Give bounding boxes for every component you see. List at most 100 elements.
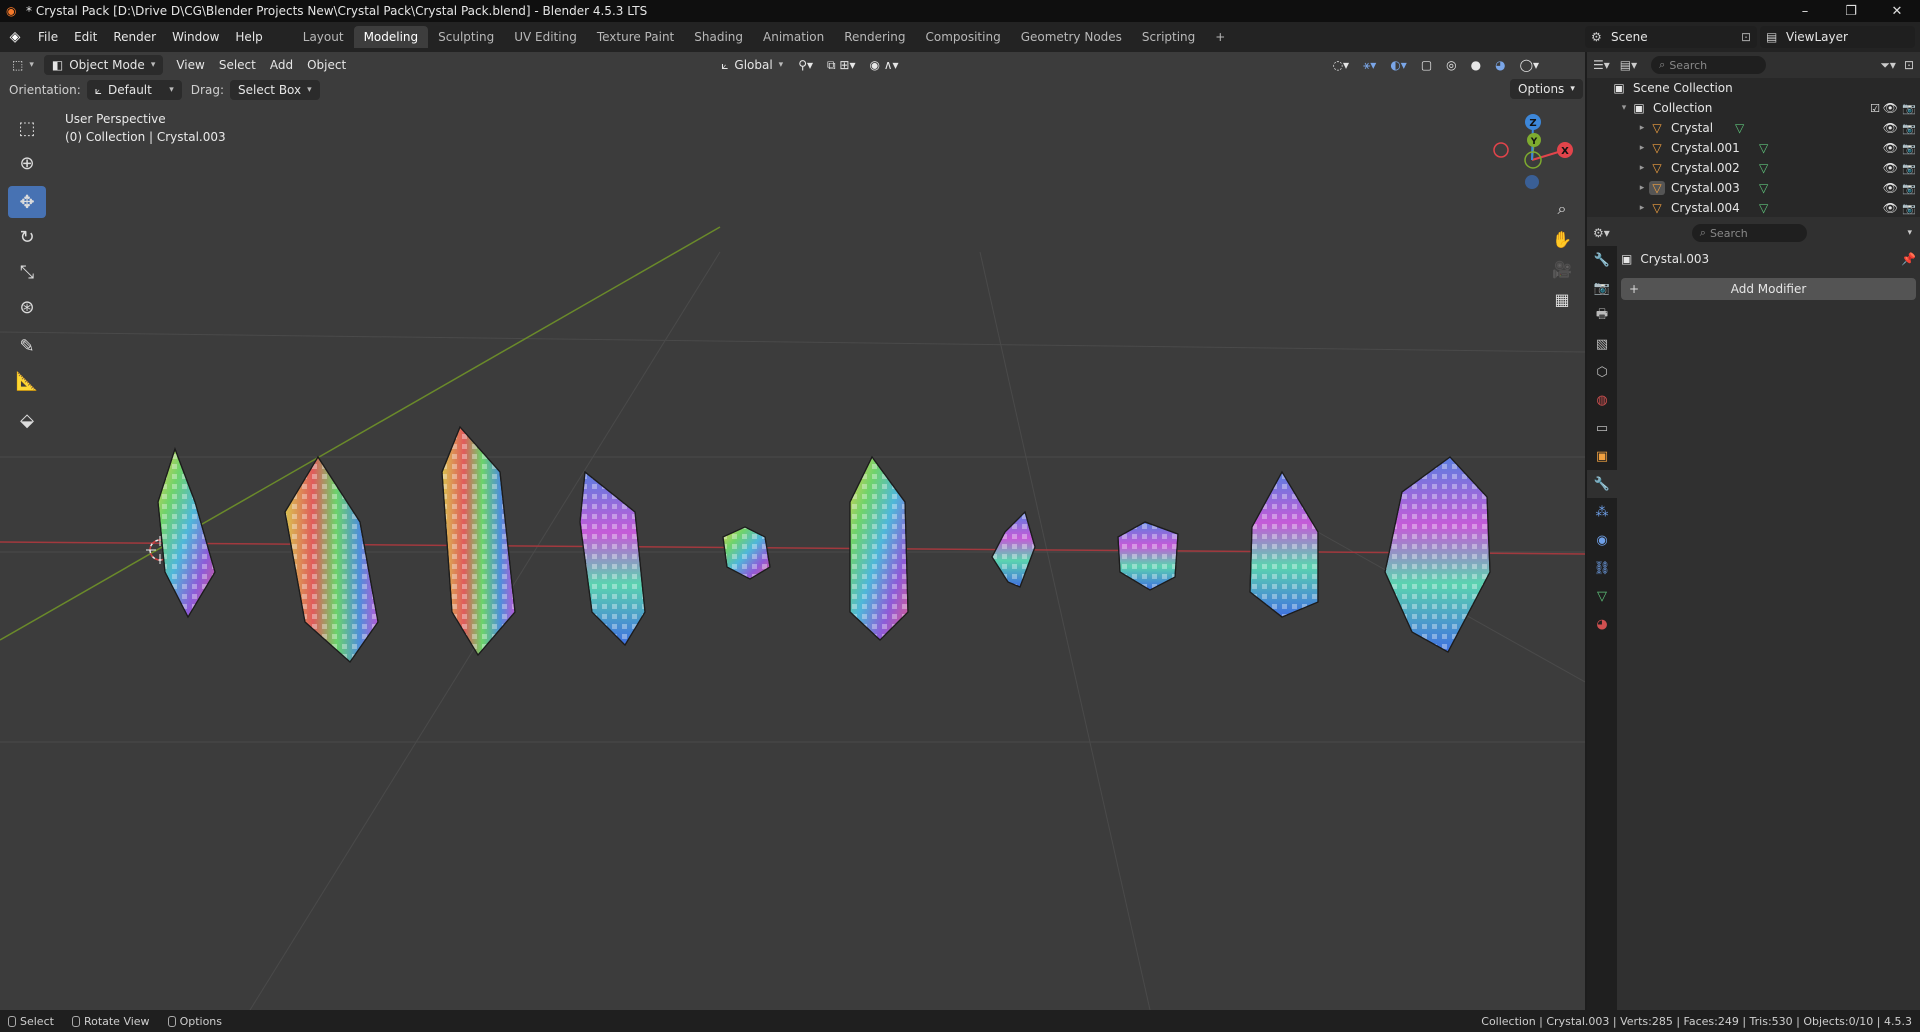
tab-texture-paint[interactable]: Texture Paint — [587, 26, 684, 48]
chevron-right-icon[interactable]: ▸ — [1635, 163, 1649, 173]
pivot-point-icon[interactable]: ⚲▾ — [791, 58, 820, 72]
eye-icon[interactable]: 👁 — [1883, 121, 1898, 135]
blender-logo-icon[interactable]: ◈ — [0, 29, 30, 45]
menu-file[interactable]: File — [30, 30, 66, 44]
outliner-item[interactable]: ▸ ▽ Crystal.004 ▽ 👁 📷 — [1587, 198, 1920, 218]
collection-tab-icon[interactable]: ▭ — [1587, 414, 1617, 442]
zoom-icon[interactable]: ⌕ — [1547, 194, 1577, 224]
orientation-dropdown[interactable]: ⟀ Default ▾ — [86, 80, 182, 100]
eye-icon[interactable]: 👁 — [1883, 161, 1898, 175]
collection-row[interactable]: ▾ ▣ Collection ☑ 👁 📷 — [1587, 98, 1920, 118]
cursor-tool-icon[interactable]: ⊕ — [8, 147, 46, 179]
measure-tool-icon[interactable]: 📐 — [8, 365, 46, 397]
tab-modeling[interactable]: Modeling — [353, 26, 429, 48]
outliner-item[interactable]: ▸ ▽ Crystal ▽ 👁 📷 — [1587, 118, 1920, 138]
camera-icon[interactable]: 📷 — [1902, 102, 1916, 115]
chevron-right-icon[interactable]: ▸ — [1635, 123, 1649, 133]
scene-selector[interactable]: ⚙ Scene ⊡ — [1585, 26, 1757, 48]
eye-icon[interactable]: 👁 — [1883, 201, 1898, 215]
camera-view-icon[interactable]: 🎥 — [1547, 254, 1577, 284]
outliner-item[interactable]: ▸ ▽ Crystal.002 ▽ 👁 📷 — [1587, 158, 1920, 178]
tab-geometry-nodes[interactable]: Geometry Nodes — [1011, 26, 1132, 48]
particles-tab-icon[interactable]: ⁂ — [1587, 498, 1617, 526]
eye-icon[interactable]: 👁 — [1883, 101, 1898, 115]
outliner-item[interactable]: ▸ ▽ Crystal.003 ▽ 👁 📷 — [1587, 178, 1920, 198]
scale-tool-icon[interactable]: ⤡ — [8, 256, 46, 288]
physics-tab-icon[interactable]: ◉ — [1587, 526, 1617, 554]
tab-compositing[interactable]: Compositing — [915, 26, 1010, 48]
tab-rendering[interactable]: Rendering — [834, 26, 915, 48]
gizmo-toggle-icon[interactable]: ⚹▾ — [1356, 58, 1383, 73]
tool-tab-icon[interactable]: 🔧 — [1587, 246, 1617, 274]
filter-icon[interactable]: ⏷▾ — [1880, 58, 1896, 73]
tab-sculpting[interactable]: Sculpting — [428, 26, 504, 48]
annotate-tool-icon[interactable]: ✎ — [8, 330, 46, 362]
visibility-icon[interactable]: ◌▾ — [1326, 58, 1357, 72]
camera-icon[interactable]: 📷 — [1902, 122, 1916, 135]
properties-search-input[interactable]: ⌕ Search — [1691, 224, 1807, 242]
output-tab-icon[interactable]: 🖶 — [1587, 302, 1617, 330]
chevron-right-icon[interactable]: ▸ — [1635, 203, 1649, 213]
transform-tool-icon[interactable]: ⊛ — [8, 291, 46, 323]
3d-viewport[interactable]: X Z Y ⬚ ▾ ◧ Object Mode ▾ View Select Add… — [0, 52, 1585, 1010]
material-shading-icon[interactable]: ◕ — [1488, 58, 1512, 72]
move-tool-icon[interactable]: ✥ — [8, 186, 46, 218]
mesh-data-icon[interactable]: ▽ — [1759, 201, 1768, 215]
menu-edit[interactable]: Edit — [66, 30, 105, 44]
pin-icon[interactable]: ⊡ — [1741, 30, 1751, 44]
editor-type-dropdown[interactable]: ⬚ ▾ — [6, 55, 40, 75]
camera-icon[interactable]: 📷 — [1902, 202, 1916, 215]
material-tab-icon[interactable]: ◕ — [1587, 610, 1617, 638]
scene-tab-icon[interactable]: ⬡ — [1587, 358, 1617, 386]
tab-layout[interactable]: Layout — [293, 26, 354, 48]
proportional-edit-icon[interactable]: ◉ ∧▾ — [862, 58, 905, 72]
options-button[interactable]: Options ▾ — [1510, 79, 1583, 99]
object-tab-icon[interactable]: ▣ — [1587, 442, 1617, 470]
new-collection-icon[interactable]: ⊡ — [1904, 58, 1914, 72]
tab-scripting[interactable]: Scripting — [1132, 26, 1205, 48]
add-modifier-button[interactable]: + Add Modifier — [1621, 278, 1916, 300]
menu-object[interactable]: Object — [300, 58, 353, 72]
modifier-tab-icon[interactable]: 🔧 — [1587, 470, 1617, 498]
chevron-down-icon[interactable]: ▾ — [1617, 103, 1631, 113]
view-layer-selector[interactable]: ▤ ViewLayer — [1760, 26, 1915, 48]
snap-icon[interactable]: ⧉ ⊞▾ — [820, 58, 862, 73]
close-button[interactable]: ✕ — [1874, 0, 1920, 22]
mesh-data-icon[interactable]: ▽ — [1759, 161, 1768, 175]
chevron-right-icon[interactable]: ▸ — [1635, 183, 1649, 193]
chevron-right-icon[interactable]: ▸ — [1635, 143, 1649, 153]
select-box-tool-icon[interactable]: ⬚ — [8, 112, 46, 144]
menu-render[interactable]: Render — [105, 30, 164, 44]
rotate-tool-icon[interactable]: ↻ — [8, 221, 46, 253]
outliner-item[interactable]: ▸ ▽ Crystal.001 ▽ 👁 📷 — [1587, 138, 1920, 158]
drag-dropdown[interactable]: Select Box ▾ — [229, 80, 320, 100]
rendered-shading-icon[interactable]: ◯▾ — [1513, 58, 1546, 72]
constraints-tab-icon[interactable]: ⛓ — [1587, 554, 1617, 582]
perspective-toggle-icon[interactable]: ▦ — [1547, 284, 1577, 314]
maximize-button[interactable]: ❐ — [1828, 0, 1874, 22]
tab-animation[interactable]: Animation — [753, 26, 834, 48]
camera-icon[interactable]: 📷 — [1902, 162, 1916, 175]
pan-hand-icon[interactable]: ✋ — [1547, 224, 1577, 254]
view-layer-tab-icon[interactable]: ▧ — [1587, 330, 1617, 358]
camera-icon[interactable]: 📷 — [1902, 142, 1916, 155]
mesh-data-icon[interactable]: ▽ — [1735, 121, 1744, 135]
tab-shading[interactable]: Shading — [684, 26, 753, 48]
scene-collection-row[interactable]: ▣ Scene Collection — [1587, 78, 1920, 98]
camera-icon[interactable]: 📷 — [1902, 182, 1916, 195]
transform-orientation-dropdown[interactable]: ⟀ Global ▾ — [713, 55, 791, 75]
menu-window[interactable]: Window — [164, 30, 227, 44]
menu-help[interactable]: Help — [227, 30, 270, 44]
add-cube-tool-icon[interactable]: ⬙ — [8, 404, 46, 436]
pin-icon[interactable]: 📌 — [1901, 252, 1916, 266]
menu-add[interactable]: Add — [263, 58, 300, 72]
viewport-scene[interactable]: X Z Y — [0, 52, 1585, 1010]
outliner-editor-icon[interactable]: ☰▾ — [1593, 58, 1610, 72]
minimize-button[interactable]: – — [1782, 0, 1828, 22]
menu-select[interactable]: Select — [212, 58, 263, 72]
display-mode-icon[interactable]: ▤▾ — [1620, 58, 1637, 72]
add-workspace-icon[interactable]: + — [1205, 26, 1235, 48]
render-tab-icon[interactable]: 📷 — [1587, 274, 1617, 302]
eye-icon[interactable]: 👁 — [1883, 141, 1898, 155]
world-tab-icon[interactable]: ◍ — [1587, 386, 1617, 414]
